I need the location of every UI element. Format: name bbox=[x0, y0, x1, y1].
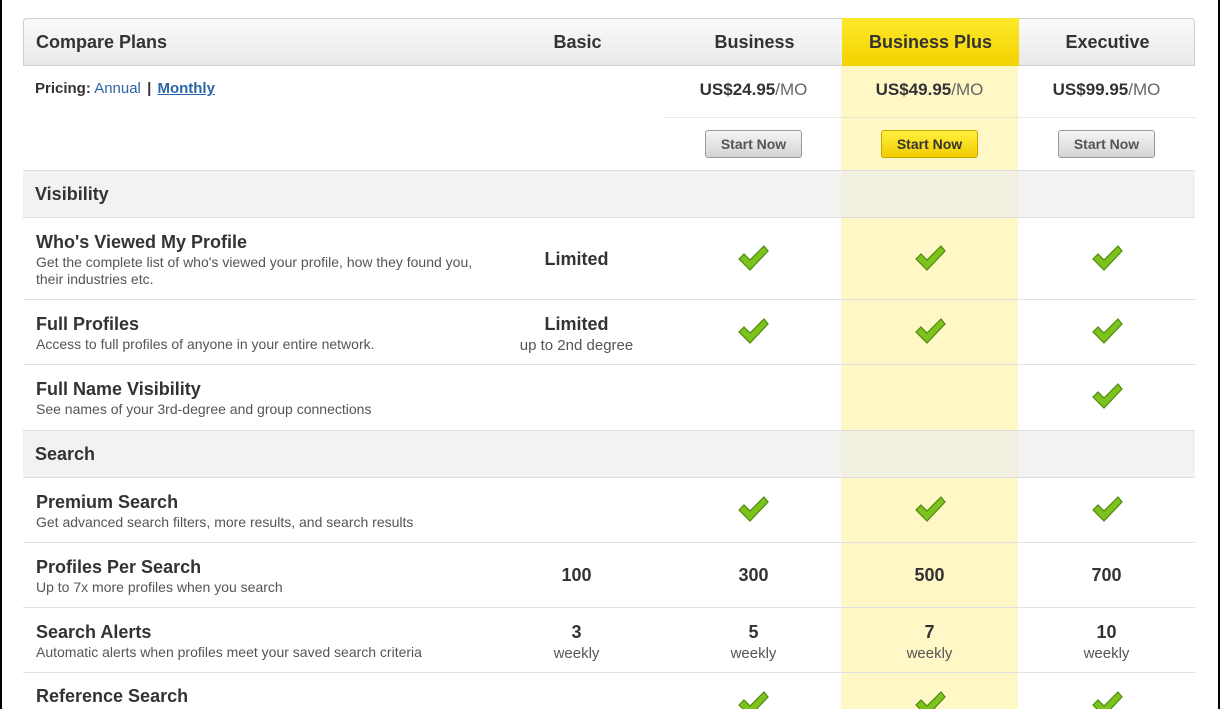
check-icon bbox=[915, 318, 946, 344]
section-search-title: Search bbox=[35, 444, 96, 464]
pricing-separator: | bbox=[147, 80, 152, 97]
search-alerts-business-value: 5 bbox=[748, 622, 759, 642]
pricing-toggle: Pricing: Annual | Monthly bbox=[35, 80, 215, 97]
feature-row-search-alerts: Search Alerts Automatic alerts when prof… bbox=[23, 608, 1195, 673]
price-business-plus: US$49.95/MO bbox=[841, 80, 1018, 100]
section-visibility-title: Visibility bbox=[35, 184, 109, 204]
feature-description: Automatic alerts when profiles meet your… bbox=[36, 644, 422, 660]
start-now-executive-button[interactable]: Start Now bbox=[1058, 130, 1155, 158]
feature-row-profiles-per-search: Profiles Per Search Up to 7x more profil… bbox=[23, 543, 1195, 608]
compare-plans-title: Compare Plans bbox=[36, 32, 168, 52]
price-business-amount: US$24.95 bbox=[699, 80, 776, 99]
profiles-per-search-business-plus-value: 500 bbox=[914, 565, 945, 585]
search-alerts-business-plus-sub: weekly bbox=[906, 645, 953, 662]
section-search: Search bbox=[23, 430, 1195, 478]
full-profiles-basic-cell: Limited up to 2nd degree bbox=[488, 314, 665, 354]
feature-row-full-name: Full Name Visibility See names of your 3… bbox=[23, 365, 1195, 430]
search-alerts-business: 5 weekly bbox=[665, 622, 842, 662]
price-business-plus-amount: US$49.95 bbox=[875, 80, 952, 99]
profiles-per-search-business: 300 bbox=[665, 565, 842, 586]
compare-plans-table: Compare Plans Basic Business Business Pl… bbox=[23, 18, 1195, 709]
pricing-annual-link[interactable]: Annual bbox=[94, 80, 141, 97]
profiles-per-search-business-value: 300 bbox=[738, 565, 769, 585]
search-alerts-executive: 10 weekly bbox=[1018, 622, 1195, 662]
pricing-monthly-link[interactable]: Monthly bbox=[157, 80, 215, 97]
profiles-per-search-business-plus: 500 bbox=[841, 565, 1018, 586]
profiles-per-search-executive-value: 700 bbox=[1091, 565, 1122, 585]
profiles-per-search-basic-value: 100 bbox=[561, 565, 592, 585]
feature-description: Access to full profiles of anyone in you… bbox=[36, 336, 375, 352]
feature-title: Who's Viewed My Profile bbox=[36, 232, 247, 252]
feature-row-reference-search: Reference Search bbox=[23, 673, 1195, 709]
feature-title: Profiles Per Search bbox=[36, 557, 202, 577]
whos-viewed-basic-cell: Limited bbox=[488, 249, 665, 270]
full-profiles-basic-sub: up to 2nd degree bbox=[519, 337, 634, 354]
plan-business-plus-header: Business Plus bbox=[868, 32, 993, 52]
plan-basic-header: Basic bbox=[553, 32, 602, 52]
pricing-label: Pricing: bbox=[35, 80, 91, 97]
feature-row-full-profiles: Full Profiles Access to full profiles of… bbox=[23, 300, 1195, 365]
feature-description: See names of your 3rd-degree and group c… bbox=[36, 401, 372, 417]
feature-title: Reference Search bbox=[36, 686, 189, 706]
check-icon bbox=[738, 496, 769, 522]
check-icon bbox=[738, 691, 769, 709]
feature-title: Premium Search bbox=[36, 492, 179, 512]
feature-row-premium-search: Premium Search Get advanced search filte… bbox=[23, 478, 1195, 543]
profiles-per-search-executive: 700 bbox=[1018, 565, 1195, 586]
price-business: US$24.95/MO bbox=[665, 80, 842, 100]
plan-business-header: Business bbox=[714, 32, 795, 52]
check-icon bbox=[915, 691, 946, 709]
search-alerts-business-plus-value: 7 bbox=[924, 622, 935, 642]
search-alerts-executive-value: 10 bbox=[1096, 622, 1117, 642]
price-executive-unit: /MO bbox=[1128, 80, 1161, 99]
feature-description: Get advanced search filters, more result… bbox=[36, 514, 414, 530]
price-business-plus-unit: /MO bbox=[951, 80, 984, 99]
search-alerts-basic-value: 3 bbox=[571, 622, 582, 642]
check-icon bbox=[915, 496, 946, 522]
check-icon bbox=[738, 245, 769, 271]
feature-title: Full Name Visibility bbox=[36, 379, 201, 399]
feature-row-whos-viewed: Who's Viewed My Profile Get the complete… bbox=[23, 218, 1195, 300]
price-executive-amount: US$99.95 bbox=[1052, 80, 1129, 99]
check-icon bbox=[915, 245, 946, 271]
start-now-business-plus-button[interactable]: Start Now bbox=[881, 130, 978, 158]
search-alerts-business-plus: 7 weekly bbox=[841, 622, 1018, 662]
check-icon bbox=[1092, 383, 1123, 409]
feature-title: Full Profiles bbox=[36, 314, 140, 334]
pricing-row: Pricing: Annual | Monthly US$24.95/MO US… bbox=[23, 66, 1195, 170]
table-header: Compare Plans Basic Business Business Pl… bbox=[23, 18, 1195, 66]
check-icon bbox=[1092, 496, 1123, 522]
price-divider bbox=[665, 117, 1195, 118]
profiles-per-search-basic: 100 bbox=[488, 565, 665, 586]
feature-description: Up to 7x more profiles when you search bbox=[36, 579, 283, 595]
feature-description: Get the complete list of who's viewed yo… bbox=[36, 254, 473, 287]
search-alerts-basic-sub: weekly bbox=[553, 645, 600, 662]
search-alerts-basic: 3 weekly bbox=[488, 622, 665, 662]
whos-viewed-basic-value: Limited bbox=[544, 249, 609, 269]
full-profiles-basic-value: Limited bbox=[544, 314, 609, 334]
plan-executive-header: Executive bbox=[1065, 32, 1150, 52]
search-alerts-executive-sub: weekly bbox=[1083, 645, 1130, 662]
feature-title: Search Alerts bbox=[36, 622, 152, 642]
price-executive: US$99.95/MO bbox=[1018, 80, 1195, 100]
check-icon bbox=[1092, 245, 1123, 271]
price-business-unit: /MO bbox=[775, 80, 808, 99]
check-icon bbox=[1092, 691, 1123, 709]
section-visibility: Visibility bbox=[23, 170, 1195, 218]
search-alerts-business-sub: weekly bbox=[730, 645, 777, 662]
check-icon bbox=[1092, 318, 1123, 344]
compare-plans-page: Compare Plans Basic Business Business Pl… bbox=[2, 0, 1218, 709]
start-now-business-button[interactable]: Start Now bbox=[705, 130, 802, 158]
check-icon bbox=[738, 318, 769, 344]
